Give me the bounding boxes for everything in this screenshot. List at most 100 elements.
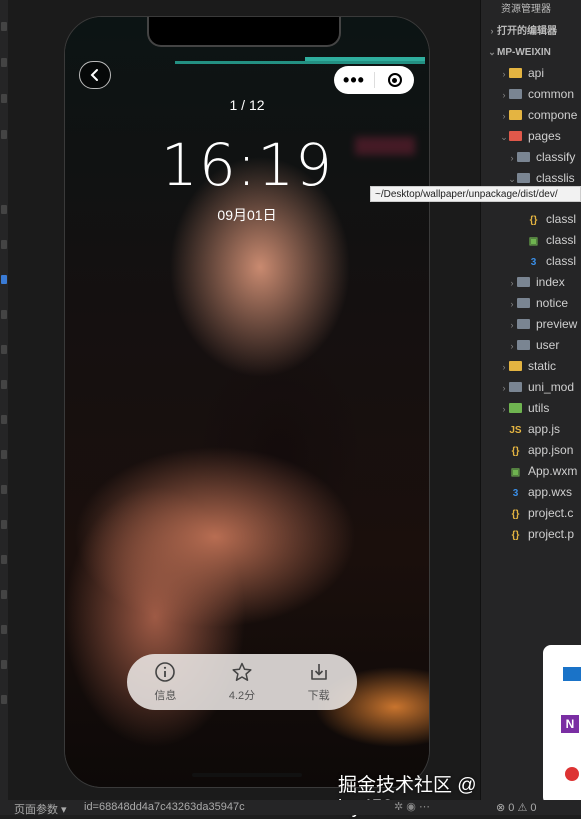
problems-indicator[interactable]: ⊗ 0 ⚠ 0 xyxy=(496,801,536,814)
home-indicator xyxy=(192,773,302,777)
rating-button[interactable]: 4.2分 xyxy=(212,661,272,703)
strip-marker xyxy=(1,450,7,459)
tree-item-classlist-json[interactable]: {} classl xyxy=(527,209,576,229)
settings-icon[interactable]: ✲ xyxy=(394,801,403,813)
bottom-status-bar: 页面参数 ▾ id=68848dd4a7c43263da35947c ✲ ◉ ⋯… xyxy=(0,800,581,816)
info-button[interactable]: 信息 xyxy=(135,661,195,703)
strip-marker xyxy=(1,130,7,139)
onenote-icon[interactable]: N xyxy=(561,715,579,733)
folder-icon xyxy=(509,110,522,120)
strip-marker xyxy=(1,485,7,494)
strip-marker xyxy=(1,310,7,319)
tree-item-classify[interactable]: › classify xyxy=(507,147,576,167)
project-section[interactable]: ⌄MP-WEIXIN xyxy=(487,42,551,62)
tree-item-label: classl xyxy=(546,254,577,268)
open-editors-section[interactable]: › 打开的编辑器 xyxy=(487,21,558,41)
explorer-title: 资源管理器 xyxy=(501,4,551,15)
tree-item-label: uni_mod xyxy=(528,380,575,394)
tree-item-classlist[interactable]: ⌄ classlis xyxy=(507,168,574,188)
tree-item-label: app.wxs xyxy=(528,485,573,499)
phone-notch xyxy=(147,17,341,47)
tree-item-project-config[interactable]: {} project.c xyxy=(509,503,574,523)
open-editors-label: 打开的编辑器 xyxy=(497,26,557,37)
tree-item-label: classl xyxy=(546,212,577,226)
tree-item-static[interactable]: › static xyxy=(499,356,557,376)
tree-item-label: notice xyxy=(536,296,569,310)
tree-item-label: project.c xyxy=(528,506,574,520)
wxml-file-icon: ▣ xyxy=(528,236,539,247)
folder-icon xyxy=(517,319,530,329)
project-label: MP-WEIXIN xyxy=(497,47,551,58)
simulator-area: ••• 1 / 12 16:19 09月01日 信息 4.2分 下载 掘金技术社… xyxy=(8,0,480,818)
tree-item-components[interactable]: › compone xyxy=(499,105,578,125)
tree-item-label: pages xyxy=(528,129,561,143)
folder-icon xyxy=(509,131,522,141)
folder-icon xyxy=(517,277,530,287)
tree-item-label: static xyxy=(528,359,557,373)
back-button[interactable] xyxy=(79,61,111,89)
tree-item-label: app.js xyxy=(528,422,561,436)
tree-item-common[interactable]: › common xyxy=(499,84,575,104)
tree-item-app-json[interactable]: {} app.json xyxy=(509,440,574,460)
css-file-icon: 3 xyxy=(512,488,519,499)
strip-marker xyxy=(1,590,7,599)
wxml-file-icon: ▣ xyxy=(510,467,521,478)
folder-icon xyxy=(509,361,522,371)
json-file-icon: {} xyxy=(511,530,520,541)
json-file-icon: {} xyxy=(511,446,520,457)
phone-frame: ••• 1 / 12 16:19 09月01日 信息 4.2分 下载 xyxy=(64,16,430,788)
tree-item-label: classify xyxy=(536,150,576,164)
tree-item-label: App.wxm xyxy=(528,464,578,478)
tree-item-index[interactable]: › index xyxy=(507,272,565,292)
close-miniprogram-button[interactable] xyxy=(375,73,414,87)
json-file-icon: {} xyxy=(529,215,538,226)
tree-item-project-private[interactable]: {} project.p xyxy=(509,524,574,544)
more-menu-button[interactable]: ••• xyxy=(334,66,374,94)
tree-item-label: app.json xyxy=(528,443,574,457)
download-label: 下载 xyxy=(307,690,330,702)
tree-item-app-wxss[interactable]: 3 app.wxs xyxy=(509,482,572,502)
tree-item-uni-modules[interactable]: › uni_mod xyxy=(499,377,575,397)
js-file-icon: JS xyxy=(509,425,522,436)
json-file-icon: {} xyxy=(511,509,520,520)
page-id-field: id=68848dd4a7c43263da35947c xyxy=(84,801,245,813)
folder-icon xyxy=(509,382,522,392)
tree-item-app-wxml[interactable]: ▣ App.wxm xyxy=(509,461,578,481)
tree-item-utils[interactable]: › utils xyxy=(499,398,550,418)
app-icon[interactable] xyxy=(565,767,579,781)
rating-label: 4.2分 xyxy=(228,690,256,702)
strip-marker xyxy=(1,240,7,249)
star-icon xyxy=(232,662,252,681)
download-icon xyxy=(310,664,327,680)
folder-icon xyxy=(517,173,530,183)
strip-marker-active xyxy=(1,275,7,284)
info-label: 信息 xyxy=(154,690,177,702)
folder-icon xyxy=(517,298,530,308)
tree-item-label: api xyxy=(528,66,545,80)
strip-marker xyxy=(1,94,7,103)
app-icon[interactable] xyxy=(563,667,581,681)
tree-item-label: compone xyxy=(528,108,578,122)
tree-item-label: user xyxy=(536,338,560,352)
path-tooltip: ~/Desktop/wallpaper/unpackage/dist/dev/ xyxy=(370,186,581,202)
tree-item-label: utils xyxy=(528,401,550,415)
tree-item-pages[interactable]: ⌄ pages xyxy=(499,126,561,146)
tree-item-label: classl xyxy=(546,233,577,247)
tree-item-api[interactable]: › api xyxy=(499,63,545,83)
tree-item-classlist-wxss[interactable]: 3 classl xyxy=(527,251,576,271)
strip-marker xyxy=(1,625,7,634)
tree-item-classlist-wxml[interactable]: ▣ classl xyxy=(527,230,576,250)
tree-item-preview[interactable]: › preview xyxy=(507,314,578,334)
strip-marker xyxy=(1,555,7,564)
eye-icon[interactable]: ◉ xyxy=(406,801,416,813)
tree-item-user[interactable]: › user xyxy=(507,335,560,355)
download-button[interactable]: 下载 xyxy=(289,661,349,703)
folder-icon xyxy=(509,403,522,413)
folder-icon xyxy=(509,68,522,78)
preview-toolbar: 信息 4.2分 下载 xyxy=(127,654,357,710)
image-counter: 1 / 12 xyxy=(229,97,265,113)
tree-item-notice[interactable]: › notice xyxy=(507,293,569,313)
tree-item-label: common xyxy=(528,87,575,101)
tree-item-app-js[interactable]: JS app.js xyxy=(509,419,560,439)
more-icon[interactable]: ⋯ xyxy=(419,801,430,813)
